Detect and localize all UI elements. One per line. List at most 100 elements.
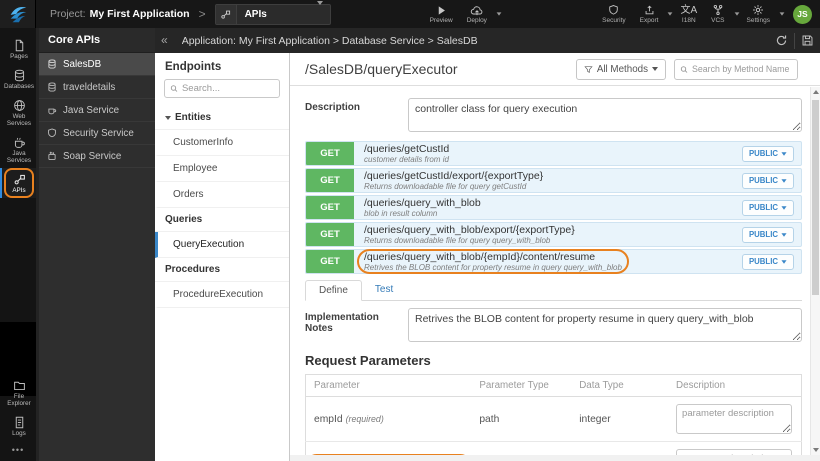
param-row-annotated: downloadAsAttachment(required) query boo… (305, 441, 802, 455)
database-icon (14, 69, 24, 82)
i18n-button[interactable]: 文A I18N (680, 5, 697, 24)
param-description-textarea[interactable] (676, 404, 793, 434)
access-dropdown-button[interactable]: PUBLIC (741, 145, 794, 162)
caret-down-icon[interactable] (668, 12, 673, 16)
database-icon (48, 59, 56, 69)
description-label: Description (305, 102, 361, 113)
horizontal-scrollbar[interactable] (290, 455, 810, 461)
access-dropdown-button[interactable]: PUBLIC (741, 199, 794, 216)
search-icon (170, 85, 178, 92)
globe-icon (13, 100, 25, 111)
controller-titlebar: /SalesDB/queryExecutor All Methods (290, 53, 820, 86)
access-dropdown-button[interactable]: PUBLIC (741, 253, 794, 270)
preview-button[interactable]: Preview (430, 5, 453, 24)
access-dropdown-button[interactable]: PUBLIC (741, 172, 794, 189)
sidebar-item-apis[interactable]: APIs (0, 168, 36, 198)
method-badge: GET (306, 250, 354, 273)
save-button[interactable] (795, 28, 820, 53)
project-label: Project: (50, 8, 86, 20)
save-icon (802, 35, 813, 46)
sidebar-item-databases[interactable]: Databases (0, 64, 36, 94)
folder-icon (13, 381, 25, 391)
endpoint-path: /queries/query_with_blob/{empId}/content… (364, 251, 596, 263)
scroll-area: Description controller class for query e… (290, 87, 810, 455)
implementation-notes-label: Implementation Notes (305, 312, 379, 334)
deploy-label: Deploy (466, 16, 487, 24)
security-button[interactable]: Security (602, 4, 626, 24)
funnel-icon (584, 65, 593, 73)
scrollbar-thumb[interactable] (812, 100, 819, 295)
scroll-up-arrow[interactable] (811, 87, 820, 97)
service-item-traveldetails[interactable]: traveldetails (39, 76, 155, 99)
export-icon (645, 5, 653, 15)
endpoint-item-procedureexecution[interactable]: ProcedureExecution (155, 282, 289, 308)
section-queries-header[interactable]: Queries (155, 208, 289, 232)
sidebar-item-pages[interactable]: Pages (0, 34, 36, 64)
endpoints-search[interactable] (164, 79, 280, 98)
endpoint-path: /queries/getCustId/export/{exportType} (364, 170, 544, 182)
top-navbar: Project: My First Application > APIs Prev… (0, 0, 820, 28)
endpoint-row[interactable]: GET /queries/getCustId/export/{exportTyp… (305, 168, 802, 193)
panel-collapse-button[interactable]: « (155, 33, 174, 49)
search-icon (680, 65, 688, 73)
method-search-input[interactable] (692, 64, 792, 74)
more-button[interactable]: ••• (0, 441, 36, 461)
methods-filter-button[interactable]: All Methods (575, 58, 666, 80)
security-label: Security (602, 17, 626, 24)
endpoint-row[interactable]: GET /queries/query_with_blob/export/{exp… (305, 222, 802, 247)
vertical-scrollbar[interactable] (810, 87, 820, 455)
application-header-bar: « Application: My First Application > Da… (155, 28, 820, 53)
service-item-java-service[interactable]: Java Service (39, 99, 155, 122)
define-test-tabs: Define Test (305, 280, 802, 301)
scroll-down-arrow[interactable] (811, 445, 820, 455)
sidebar-item-java-services[interactable]: Java Services (0, 131, 36, 168)
tab-test[interactable]: Test (362, 280, 406, 300)
user-avatar[interactable]: JS (793, 4, 812, 24)
implementation-notes-row: Implementation Notes Retrives the BLOB c… (305, 308, 802, 342)
caret-down-icon[interactable] (734, 12, 739, 16)
access-dropdown-button[interactable]: PUBLIC (741, 226, 794, 243)
database-icon (48, 82, 56, 92)
chevron-down-icon (316, 1, 323, 23)
implementation-notes-textarea[interactable]: Retrives the BLOB content for property r… (408, 308, 802, 342)
endpoint-row[interactable]: GET /queries/query_with_blob blob in res… (305, 195, 802, 220)
caret-down-icon[interactable] (496, 12, 502, 16)
service-item-salesdb[interactable]: SalesDB (39, 53, 155, 76)
deploy-button[interactable]: Deploy (467, 5, 487, 24)
i18n-label: I18N (681, 16, 696, 24)
col-parameter-type: Parameter Type (471, 374, 572, 397)
service-item-security-service[interactable]: Security Service (39, 122, 155, 145)
page-icon (15, 39, 23, 52)
endpoints-search-input[interactable] (181, 83, 274, 94)
endpoint-item-queryexecution[interactable]: QueryExecution (155, 232, 289, 258)
description-textarea[interactable]: controller class for query execution (408, 98, 802, 132)
refresh-button[interactable] (769, 28, 794, 53)
sidebar-item-file-explorer[interactable]: File Explorer (0, 374, 36, 411)
section-entities-header[interactable]: Entities (155, 106, 289, 130)
method-search[interactable] (674, 58, 798, 80)
endpoint-row[interactable]: GET /queries/getCustId customer details … (305, 141, 802, 166)
tab-define[interactable]: Define (305, 280, 362, 301)
vcs-label: VCS (711, 17, 725, 24)
gear-icon (753, 5, 764, 15)
endpoint-item-employee[interactable]: Employee (155, 156, 289, 182)
endpoint-row-annotated[interactable]: GET /queries/query_with_blob/{empId}/con… (305, 249, 802, 274)
export-label: Export (639, 17, 659, 24)
endpoint-item-orders[interactable]: Orders (155, 182, 289, 208)
endpoint-item-customerinfo[interactable]: CustomerInfo (155, 130, 289, 156)
settings-button[interactable]: Settings (746, 4, 771, 24)
endpoint-summary: Returns downloadable file for query quer… (364, 236, 551, 245)
sidebar-item-logs[interactable]: Logs (0, 411, 36, 441)
service-item-soap-service[interactable]: Soap Service (39, 145, 155, 168)
annotation-ellipse: /queries/query_with_blob/{empId}/content… (357, 249, 629, 274)
wavemaker-logo[interactable] (0, 0, 36, 28)
caret-down-icon[interactable] (779, 12, 785, 16)
sidebar-item-web-services[interactable]: Web Services (0, 94, 36, 131)
param-required: (required) (345, 413, 384, 424)
endpoint-path: /queries/query_with_blob (364, 197, 481, 209)
settings-label: Settings (746, 17, 771, 24)
vcs-button[interactable]: VCS (711, 4, 725, 24)
section-procedures-header[interactable]: Procedures (155, 258, 289, 282)
service-type-selector[interactable]: APIs (214, 1, 331, 25)
export-button[interactable]: Export (639, 4, 659, 24)
